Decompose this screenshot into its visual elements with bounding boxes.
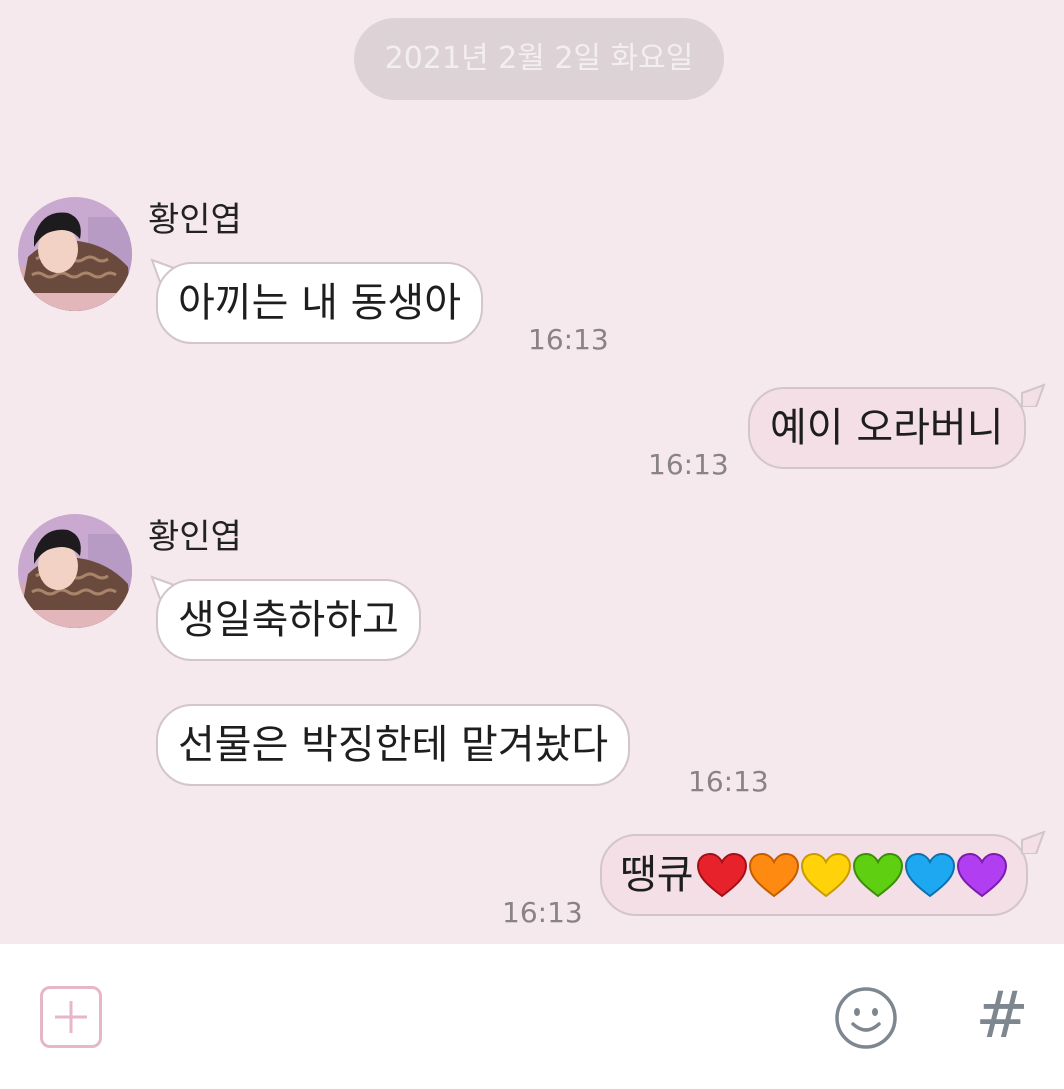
sender-name: 황인엽 (148, 517, 242, 557)
message-timestamp: 16:13 (688, 765, 769, 798)
message-input-bar: # (0, 944, 1064, 1089)
yellow-heart-icon (800, 852, 851, 898)
message-timestamp: 16:13 (648, 448, 729, 481)
emoji-button[interactable] (834, 986, 898, 1050)
green-heart-icon (852, 852, 903, 898)
purple-heart-icon (956, 852, 1007, 898)
outgoing-message-bubble[interactable]: 땡큐 (600, 834, 1028, 916)
chat-area[interactable]: 2021년 2월 2일 화요일 황인엽 아끼는 내 동생아 16:13 16:1… (0, 0, 1064, 944)
blue-heart-icon (904, 852, 955, 898)
message-text: 땡큐 (620, 852, 694, 898)
bubble-tail (1021, 830, 1046, 854)
incoming-message-bubble[interactable]: 선물은 박징한테 맡겨놨다 (156, 704, 631, 786)
avatar[interactable] (18, 197, 132, 311)
attach-button[interactable] (40, 986, 102, 1048)
red-heart-icon (696, 852, 747, 898)
date-divider: 2021년 2월 2일 화요일 (354, 18, 724, 100)
orange-heart-icon (748, 852, 799, 898)
avatar[interactable] (18, 514, 132, 628)
incoming-message-bubble[interactable]: 아끼는 내 동생아 (156, 262, 484, 344)
heart-emojis (696, 838, 1008, 916)
hashtag-button[interactable]: # (970, 980, 1034, 1052)
emoji-icon (835, 987, 897, 1049)
message-timestamp: 16:13 (528, 323, 609, 356)
sender-name: 황인엽 (148, 200, 242, 240)
incoming-message-bubble[interactable]: 생일축하하고 (156, 579, 421, 661)
outgoing-message-bubble[interactable]: 예이 오라버니 (748, 387, 1026, 469)
plus-icon (55, 1001, 87, 1033)
bubble-tail (1021, 383, 1046, 407)
message-timestamp: 16:13 (502, 896, 583, 929)
